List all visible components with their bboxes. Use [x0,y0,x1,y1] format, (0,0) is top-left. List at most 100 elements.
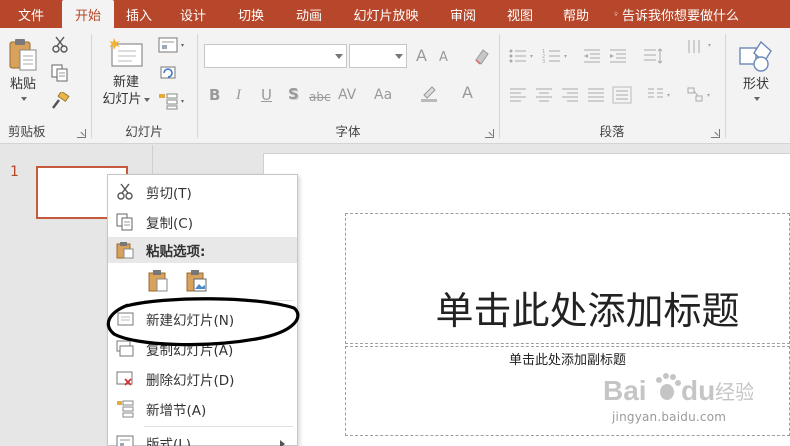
bold-button[interactable]: B [209,86,220,104]
drawing-group: 形状 [726,28,790,144]
line-spacing-icon[interactable] [642,47,672,65]
shapes-label: 形状 [742,77,769,92]
new-slide-button[interactable]: 新建 幻灯片 [96,36,156,108]
svg-text:3: 3 [542,59,545,65]
new-section-icon [117,400,134,418]
font-name-combo[interactable] [204,44,347,68]
paste-keep-formatting-icon[interactable] [146,268,170,294]
highlight-icon[interactable] [419,84,439,102]
font-color-button[interactable]: A [462,84,473,102]
menu-item-new-slide[interactable]: 新建幻灯片(N) [108,305,297,333]
tell-me-text: 告诉我你想要做什么 [621,8,739,24]
shapes-button[interactable]: 形状 [734,38,778,101]
cut-icon [117,183,133,200]
grow-font-icon[interactable]: A [416,47,427,65]
new-slide-label-2-text: 幻灯片 [102,92,142,107]
layout-icon[interactable] [158,36,188,54]
menu-item-duplicate-slide[interactable]: 复制幻灯片(A) [108,335,297,363]
menu-item-cut-label: 剪切(T) [146,186,192,202]
justify-icon[interactable] [586,86,606,104]
cut-icon[interactable] [50,36,70,54]
italic-button[interactable]: I [236,86,241,104]
smartart-icon[interactable] [686,86,716,104]
delete-slide-icon [116,371,133,386]
menu-item-new-slide-label: 新建幻灯片(N) [146,313,235,329]
tab-review[interactable]: 审阅 [434,0,492,28]
paragraph-group-label: 段落 [599,124,625,139]
tab-file[interactable]: 文件 [0,0,62,28]
clear-formatting-icon[interactable] [472,47,492,65]
increase-indent-icon[interactable] [608,47,628,65]
font-launcher[interactable] [485,129,494,138]
menu-item-layout[interactable]: 版式(L) [108,429,297,446]
watermark-url: jingyan.baidu.com [612,410,727,424]
new-slide-label-2: 幻灯片 [102,91,150,108]
decrease-indent-icon[interactable] [582,47,602,65]
align-right-icon[interactable] [560,86,580,104]
bullets-icon[interactable] [508,47,538,65]
paste-label: 粘贴 [9,77,36,92]
paste-dropdown-caret[interactable] [21,97,27,101]
menu-separator [144,426,293,427]
font-size-combo[interactable] [349,44,407,68]
clipboard-launcher[interactable] [77,129,86,138]
paragraph-group: 123 段落 [500,28,724,144]
paste-button[interactable]: 粘贴 [5,36,41,101]
tab-insert[interactable]: 插入 [114,0,164,28]
new-slide-caret[interactable] [143,97,150,102]
align-left-icon[interactable] [508,86,528,104]
shrink-font-icon[interactable]: A [439,49,448,67]
new-slide-icon [117,312,134,326]
ribbon-tab-bar: 文件 开始 插入 设计 切换 动画 幻灯片放映 审阅 视图 帮助 告诉我你想要做… [0,0,790,28]
distributed-icon[interactable] [612,86,632,104]
menu-item-delete-slide-label: 删除幻灯片(D) [146,373,235,389]
menu-item-copy[interactable]: 复制(C) [108,208,297,236]
strikethrough-button[interactable]: abc [309,88,331,106]
shapes-caret[interactable] [754,97,760,101]
tab-transitions[interactable]: 切换 [222,0,280,28]
menu-separator [144,300,293,301]
char-spacing-button[interactable]: AV [338,86,356,104]
new-slide-icon [109,38,143,67]
paragraph-launcher[interactable] [711,129,720,138]
menu-paste-options-header: 粘贴选项: [108,237,297,263]
layout-icon [116,435,134,446]
menu-item-copy-label: 复制(C) [146,216,193,232]
font-group: A A B I U S abc AV Aa A 字体 [198,28,498,144]
tab-design[interactable]: 设计 [164,0,222,28]
paste-options-label: 粘贴选项: [146,244,206,260]
copy-icon [116,213,133,231]
section-icon[interactable] [158,92,188,110]
menu-item-new-section[interactable]: 新增节(A) [108,395,297,423]
tell-me-box[interactable]: 告诉我你想要做什么 [604,0,750,28]
paste-as-picture-icon[interactable] [184,268,208,294]
slides-group: 新建 幻灯片 幻灯片 [92,28,196,144]
format-painter-icon[interactable] [50,92,70,110]
tab-help[interactable]: 帮助 [548,0,604,28]
columns-icon[interactable] [646,86,676,104]
shadow-button[interactable]: S [288,85,299,103]
context-menu: 剪切(T) 复制(C) 粘贴选项: 新建幻灯片(N) 复制幻灯片(A) 删除幻灯… [107,174,298,446]
paste-icon [116,242,134,259]
reset-icon[interactable] [158,64,178,82]
copy-icon[interactable] [50,64,70,82]
submenu-arrow-icon [280,440,285,446]
tab-view[interactable]: 视图 [492,0,548,28]
menu-item-delete-slide[interactable]: 删除幻灯片(D) [108,365,297,393]
title-placeholder[interactable]: 单击此处添加标题 [345,213,790,344]
shapes-icon [739,40,772,72]
menu-item-duplicate-slide-label: 复制幻灯片(A) [146,343,234,359]
font-name-dropdown-icon[interactable] [335,54,343,59]
change-case-button[interactable]: Aa [374,86,392,104]
align-center-icon[interactable] [534,86,554,104]
lightbulb-icon [614,11,618,17]
font-size-dropdown-icon[interactable] [395,54,403,59]
numbering-icon[interactable]: 123 [542,47,572,65]
tab-home[interactable]: 开始 [62,0,114,28]
ribbon: 粘贴 剪贴板 新建 幻灯片 幻灯片 A A B I U S abc AV Aa … [0,28,790,144]
tab-slideshow[interactable]: 幻灯片放映 [338,0,434,28]
tab-animations[interactable]: 动画 [280,0,338,28]
menu-item-cut[interactable]: 剪切(T) [108,178,297,206]
text-direction-icon[interactable] [686,38,716,56]
underline-button[interactable]: U [261,86,272,104]
